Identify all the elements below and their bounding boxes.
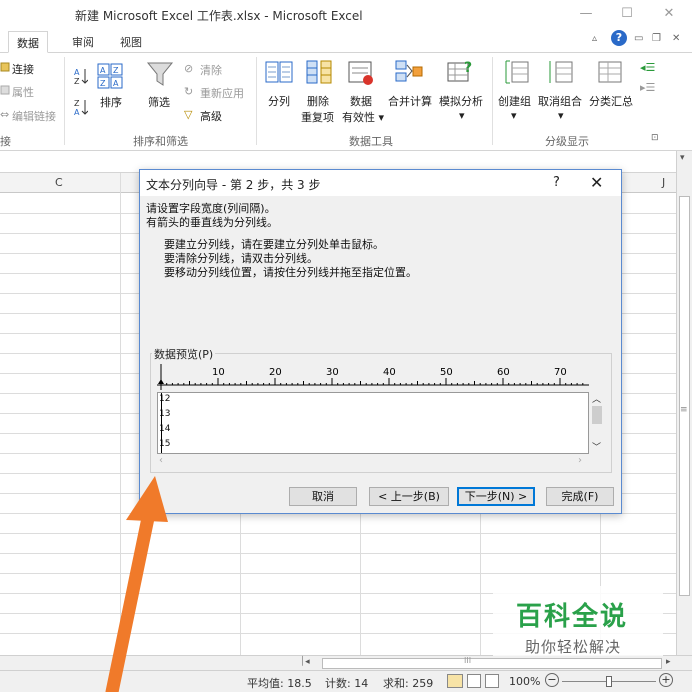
watermark-subtitle: 助你轻松解决 xyxy=(525,638,622,656)
watermark-title: 百科全说 xyxy=(516,602,629,632)
watermark-logo: 百科全说 助你轻松解决 xyxy=(493,586,663,656)
